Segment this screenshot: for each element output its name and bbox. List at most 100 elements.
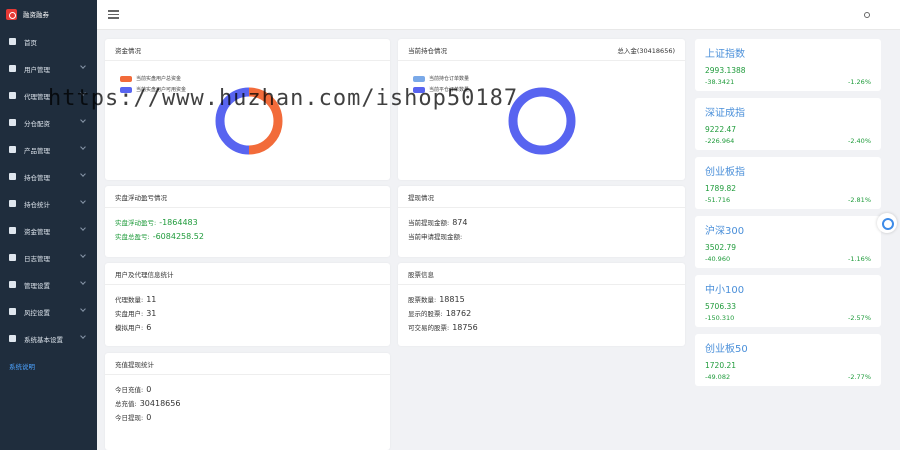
float-assist-button[interactable] [877,213,897,233]
sidebar-item-label: 持仓统计 [24,200,50,209]
sidebar-item-label: 分仓配资 [24,119,50,128]
sidebar-item-label: 管理设置 [24,281,50,290]
withdraw-apply-row: 当前申请提现金额: [408,233,463,241]
sidebar-item-label: 资金管理 [24,227,50,236]
sidebar-item[interactable]: 系统说明 [0,352,97,379]
menu-toggle-icon[interactable] [108,10,119,19]
index-name: 沪深300 [705,226,745,237]
index-change: -150.310 [705,314,735,322]
withdraw-title: 提现情况 [408,193,434,202]
sidebar-item[interactable]: 首页 [0,28,97,55]
settings-icon [9,335,16,342]
today-recharge-row: 今日充值: 0 [115,385,152,394]
index-card[interactable]: 上证指数 2993.1388 -38.3421 -1.26% [695,39,881,91]
chevron-down-icon [80,63,86,69]
users-title: 用户及代理信息统计 [115,270,174,279]
stocks-title: 股票信息 [408,270,434,279]
total-recharge-row: 总充值: 30418656 [115,399,181,408]
recharge-card: 充值提现统计 今日充值: 0 总充值: 30418656 今日提现: 0 [105,353,390,450]
chevron-down-icon [80,198,86,204]
legend-item[interactable]: 当前实盘用户总资金 [120,75,186,82]
agent-icon [9,92,16,99]
chevron-down-icon [80,117,86,123]
index-change-pct: -2.81% [848,196,871,204]
sidebar-item-label: 产品管理 [24,146,50,155]
brand-title: 融资融券 [23,11,49,19]
chevron-down-icon [80,333,86,339]
total-deposit-label: 总入金(30418656) [617,46,675,55]
wallet-icon [9,227,16,234]
index-value: 5706.33 [705,302,737,311]
index-card[interactable]: 沪深300 3502.79 -40.960 -1.16% [695,216,881,268]
home-icon [9,38,16,45]
shield-icon [9,308,16,315]
index-change-pct: -2.57% [848,314,871,322]
index-card[interactable]: 中小100 5706.33 -150.310 -2.57% [695,275,881,327]
recharge-title: 充值提现统计 [115,360,154,369]
chevron-down-icon [80,306,86,312]
settings-icon[interactable] [864,12,870,18]
index-value: 1789.82 [705,184,737,193]
admin-icon [9,281,16,288]
index-card[interactable]: 创业板指 1789.82 -51.716 -2.81% [695,157,881,209]
index-name: 创业板50 [705,344,748,355]
position-icon [9,173,16,180]
index-card[interactable]: 深证成指 9222.47 -226.964 -2.40% [695,98,881,150]
stock-count-row: 股票数量: 18815 [408,295,465,304]
stats-icon [9,200,16,207]
index-name: 创业板指 [705,167,745,178]
user-icon [9,65,16,72]
today-withdraw-row: 今日提现: 0 [115,413,152,422]
brand[interactable]: 融资融券 [0,0,97,28]
index-change-pct: -2.77% [848,373,871,381]
sidebar: 融资融券 首页用户管理代理管理分仓配资产品管理持仓管理持仓统计资金管理日志管理管… [0,0,97,450]
index-name: 深证成指 [705,108,745,119]
pnl-total-row: 实盘总盈亏: -6084258.52 [115,232,204,241]
sidebar-item-label: 持仓管理 [24,173,50,182]
sidebar-item[interactable]: 持仓统计 [0,190,97,217]
sidebar-item[interactable]: 用户管理 [0,55,97,82]
positions-title: 当前持仓情况 [408,46,447,55]
index-card[interactable]: 创业板50 1720.21 -49.082 -2.77% [695,334,881,386]
sidebar-item[interactable]: 资金管理 [0,217,97,244]
chevron-down-icon [80,225,86,231]
legend-item[interactable]: 当前持仓订单数量 [413,75,469,82]
sidebar-item[interactable]: 日志管理 [0,244,97,271]
agent-count-row: 代理数量: 11 [115,295,157,304]
sidebar-item[interactable]: 持仓管理 [0,163,97,190]
logo-icon [6,8,17,20]
chevron-down-icon [80,171,86,177]
sidebar-item-label: 系统说明 [9,362,35,371]
sidebar-item[interactable]: 管理设置 [0,271,97,298]
pnl-float-row: 实盘浮动盈亏: -1864483 [115,218,198,227]
pnl-card: 实盘浮动盈亏情况 实盘浮动盈亏: -1864483 实盘总盈亏: -6084258.… [105,186,390,257]
stock-tradable-row: 可交易的股票: 18756 [408,323,478,332]
real-user-row: 实盘用户: 31 [115,309,157,318]
index-change-pct: -1.26% [848,78,871,86]
index-change: -38.3421 [705,78,735,86]
sidebar-item[interactable]: 分仓配资 [0,109,97,136]
sidebar-item[interactable]: 产品管理 [0,136,97,163]
stocks-card: 股票信息 股票数量: 18815 显示的股票: 18762 可交易的股票: 18756 [398,263,685,346]
chevron-down-icon [80,144,86,150]
top-bar [97,0,900,30]
chevron-down-icon [80,279,86,285]
users-card: 用户及代理信息统计 代理数量: 11 实盘用户: 31 模拟用户: 6 [105,263,390,346]
index-value: 1720.21 [705,361,737,370]
sidebar-item-label: 日志管理 [24,254,50,263]
sidebar-item[interactable]: 风控设置 [0,298,97,325]
withdraw-card: 提现情况 当前提现金额: 874 当前申请提现金额: [398,186,685,257]
index-value: 3502.79 [705,243,737,252]
sidebar-menu: 首页用户管理代理管理分仓配资产品管理持仓管理持仓统计资金管理日志管理管理设置风控… [0,28,97,379]
watermark-text: https://www.huzhan.com/ishop50187 [48,86,519,111]
funds-title: 资金情况 [115,46,141,55]
index-value: 9222.47 [705,125,737,134]
index-change: -51.716 [705,196,731,204]
sidebar-item-label: 代理管理 [24,92,50,101]
log-icon [9,254,16,261]
sidebar-item[interactable]: 系统基本设置 [0,325,97,352]
index-name: 上证指数 [705,49,745,60]
donut-slice[interactable] [508,87,576,155]
index-change: -40.960 [705,255,731,263]
sidebar-item-label: 首页 [24,38,37,47]
